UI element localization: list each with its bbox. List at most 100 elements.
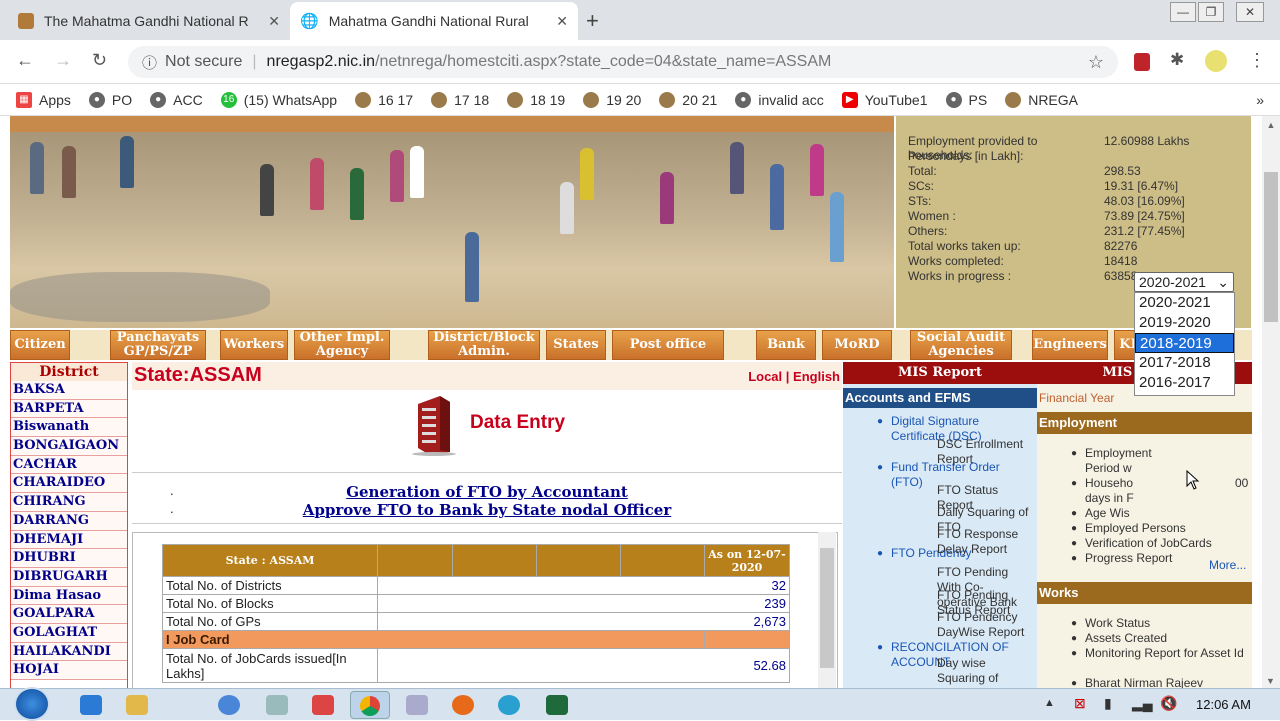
- employment-link[interactable]: Period w: [1085, 461, 1251, 476]
- more-link[interactable]: More...: [1209, 558, 1246, 573]
- app-icon[interactable]: [546, 695, 568, 715]
- close-tab-icon[interactable]: ✕: [268, 13, 280, 30]
- district-link[interactable]: BAKSA: [11, 381, 127, 400]
- district-link[interactable]: CHARAIDEO: [11, 474, 127, 494]
- mute-icon[interactable]: 🔇: [1160, 695, 1177, 712]
- bookmark-item[interactable]: ● PS: [945, 91, 987, 108]
- battery-icon[interactable]: ▮: [1104, 695, 1112, 712]
- works-link[interactable]: Assets Created: [1085, 631, 1251, 646]
- employment-link[interactable]: Employed Persons: [1085, 521, 1251, 536]
- district-link[interactable]: CACHAR: [11, 455, 127, 475]
- bookmark-whatsapp[interactable]: 16 (15) WhatsApp: [220, 91, 337, 108]
- avatar[interactable]: [1205, 50, 1227, 72]
- menu-social-audit-agencies[interactable]: Social Audit Agencies: [910, 330, 1012, 360]
- district-link[interactable]: DHEMAJI: [11, 530, 127, 550]
- minimize-icon[interactable]: —: [1170, 2, 1196, 22]
- tray-expand-icon[interactable]: ▲: [1044, 697, 1055, 709]
- district-link[interactable]: GOLAGHAT: [11, 623, 127, 643]
- menu-mord[interactable]: MoRD: [822, 330, 892, 360]
- menu-states[interactable]: States: [546, 330, 606, 360]
- bookmark-item[interactable]: 20 21: [659, 91, 717, 108]
- generate-fto-link[interactable]: Generation of FTO by Accountant: [132, 483, 842, 501]
- district-link[interactable]: CHIRANG: [11, 493, 127, 512]
- chrome-taskbar-icon[interactable]: [350, 691, 390, 719]
- page-scrollbar[interactable]: ▲ ▼: [1262, 116, 1280, 688]
- employment-link[interactable]: Househo: [1085, 476, 1251, 491]
- district-link[interactable]: DHUBRI: [11, 549, 127, 568]
- district-link[interactable]: GOALPARA: [11, 605, 127, 624]
- start-button[interactable]: [14, 687, 50, 721]
- bookmark-item[interactable]: 16 17: [355, 91, 413, 108]
- reload-icon[interactable]: ↻: [92, 50, 107, 71]
- financial-year-option[interactable]: 2017-2018: [1135, 353, 1234, 373]
- app-icon[interactable]: [266, 695, 288, 715]
- browser-tab[interactable]: The Mahatma Gandhi National R ✕: [8, 2, 290, 40]
- bookmark-item[interactable]: 18 19: [507, 91, 565, 108]
- chrome-alt-icon[interactable]: [218, 695, 240, 715]
- forward-arrow-icon[interactable]: →: [54, 50, 72, 71]
- back-arrow-icon[interactable]: ←: [16, 50, 34, 71]
- explorer-icon[interactable]: [126, 695, 148, 715]
- menu-bank[interactable]: Bank: [756, 330, 816, 360]
- district-link[interactable]: DARRANG: [11, 511, 127, 531]
- app-icon[interactable]: [312, 695, 334, 715]
- district-link[interactable]: DIBRUGARH: [11, 567, 127, 587]
- restore-icon[interactable]: ❐: [1198, 2, 1224, 22]
- bookmark-youtube[interactable]: ▶ YouTube1: [841, 91, 928, 108]
- puzzle-extensions-icon[interactable]: ✱: [1170, 50, 1184, 70]
- star-icon[interactable]: ☆: [1088, 52, 1104, 73]
- local-link[interactable]: Local: [748, 369, 782, 384]
- english-link[interactable]: English: [793, 369, 840, 384]
- ie-icon[interactable]: [80, 695, 102, 715]
- close-tab-icon[interactable]: ✕: [556, 13, 568, 30]
- close-window-icon[interactable]: ✕: [1236, 2, 1264, 22]
- district-link[interactable]: BONGAIGAON: [11, 437, 127, 456]
- mis-sublink[interactable]: Day wise Squaring of: [937, 656, 1033, 686]
- app-icon[interactable]: [406, 695, 428, 715]
- works-link[interactable]: Bharat Nirman Rajeev: [1085, 676, 1251, 688]
- mis-sublink[interactable]: DSC Enrollment Report: [937, 437, 1033, 467]
- menu-post-office[interactable]: Post office: [612, 330, 724, 360]
- bookmarks-overflow[interactable]: »: [1256, 92, 1264, 108]
- bookmark-item[interactable]: ● invalid acc: [735, 91, 824, 108]
- bookmark-item[interactable]: 17 18: [431, 91, 489, 108]
- bookmark-item[interactable]: ● PO: [88, 91, 132, 108]
- firefox-icon[interactable]: [452, 695, 474, 715]
- bookmark-item[interactable]: ● ACC: [150, 91, 203, 108]
- financial-year-option[interactable]: 2020-2021: [1135, 293, 1234, 313]
- menu-engineers[interactable]: Engineers: [1032, 330, 1108, 360]
- bookmark-item[interactable]: 19 20: [583, 91, 641, 108]
- works-link[interactable]: Monitoring Report for Asset Id: [1085, 646, 1251, 661]
- bookmark-apps[interactable]: ▦ Apps: [16, 91, 71, 108]
- app-icon[interactable]: [498, 695, 520, 715]
- employment-link[interactable]: days in F: [1085, 491, 1251, 506]
- frame-scrollbar[interactable]: [818, 532, 836, 688]
- pdf-extension-icon[interactable]: [1134, 53, 1150, 71]
- district-link[interactable]: Dima Hasao: [11, 586, 127, 606]
- new-tab-button[interactable]: +: [586, 8, 599, 34]
- district-link[interactable]: HAILAKANDI: [11, 642, 127, 662]
- employment-link[interactable]: Employment: [1085, 446, 1251, 461]
- browser-tab-active[interactable]: 🌐 Mahatma Gandhi National Rural ✕: [290, 2, 578, 40]
- works-link[interactable]: Work Status: [1085, 616, 1251, 631]
- financial-year-option[interactable]: 2019-2020: [1135, 313, 1234, 333]
- mis-sublink[interactable]: FTO Response Delay Report: [937, 527, 1033, 557]
- district-link[interactable]: BARPETA: [11, 399, 127, 419]
- employment-link[interactable]: Age Wis: [1085, 506, 1251, 521]
- mis-sublink[interactable]: FTO Pendency DayWise Report: [937, 610, 1033, 640]
- financial-year-select[interactable]: 2020-2021 ⌄: [1134, 272, 1234, 292]
- menu-workers[interactable]: Workers: [220, 330, 288, 360]
- financial-year-option[interactable]: 2018-2019: [1135, 333, 1234, 353]
- district-link[interactable]: HOJAI: [11, 661, 127, 680]
- menu-citizen[interactable]: Citizen: [10, 330, 70, 360]
- signal-icon[interactable]: ▂▄: [1132, 695, 1153, 712]
- menu-other-impl-agency[interactable]: Other Impl. Agency: [294, 330, 390, 360]
- bookmark-item[interactable]: NREGA: [1005, 91, 1078, 108]
- network-icon[interactable]: ⊠: [1074, 695, 1086, 712]
- menu-district-block-admin-[interactable]: District/Block Admin.: [428, 330, 540, 360]
- menu-panchayats-gp-ps-zp[interactable]: Panchayats GP/PS/ZP: [110, 330, 206, 360]
- district-link[interactable]: Biswanath: [11, 418, 127, 438]
- employment-link[interactable]: Verification of JobCards: [1085, 536, 1251, 551]
- financial-year-option[interactable]: 2016-2017: [1135, 373, 1234, 393]
- address-bar[interactable]: ⓘ Not secure | nregasp2.nic.in/netnrega/…: [128, 46, 1118, 78]
